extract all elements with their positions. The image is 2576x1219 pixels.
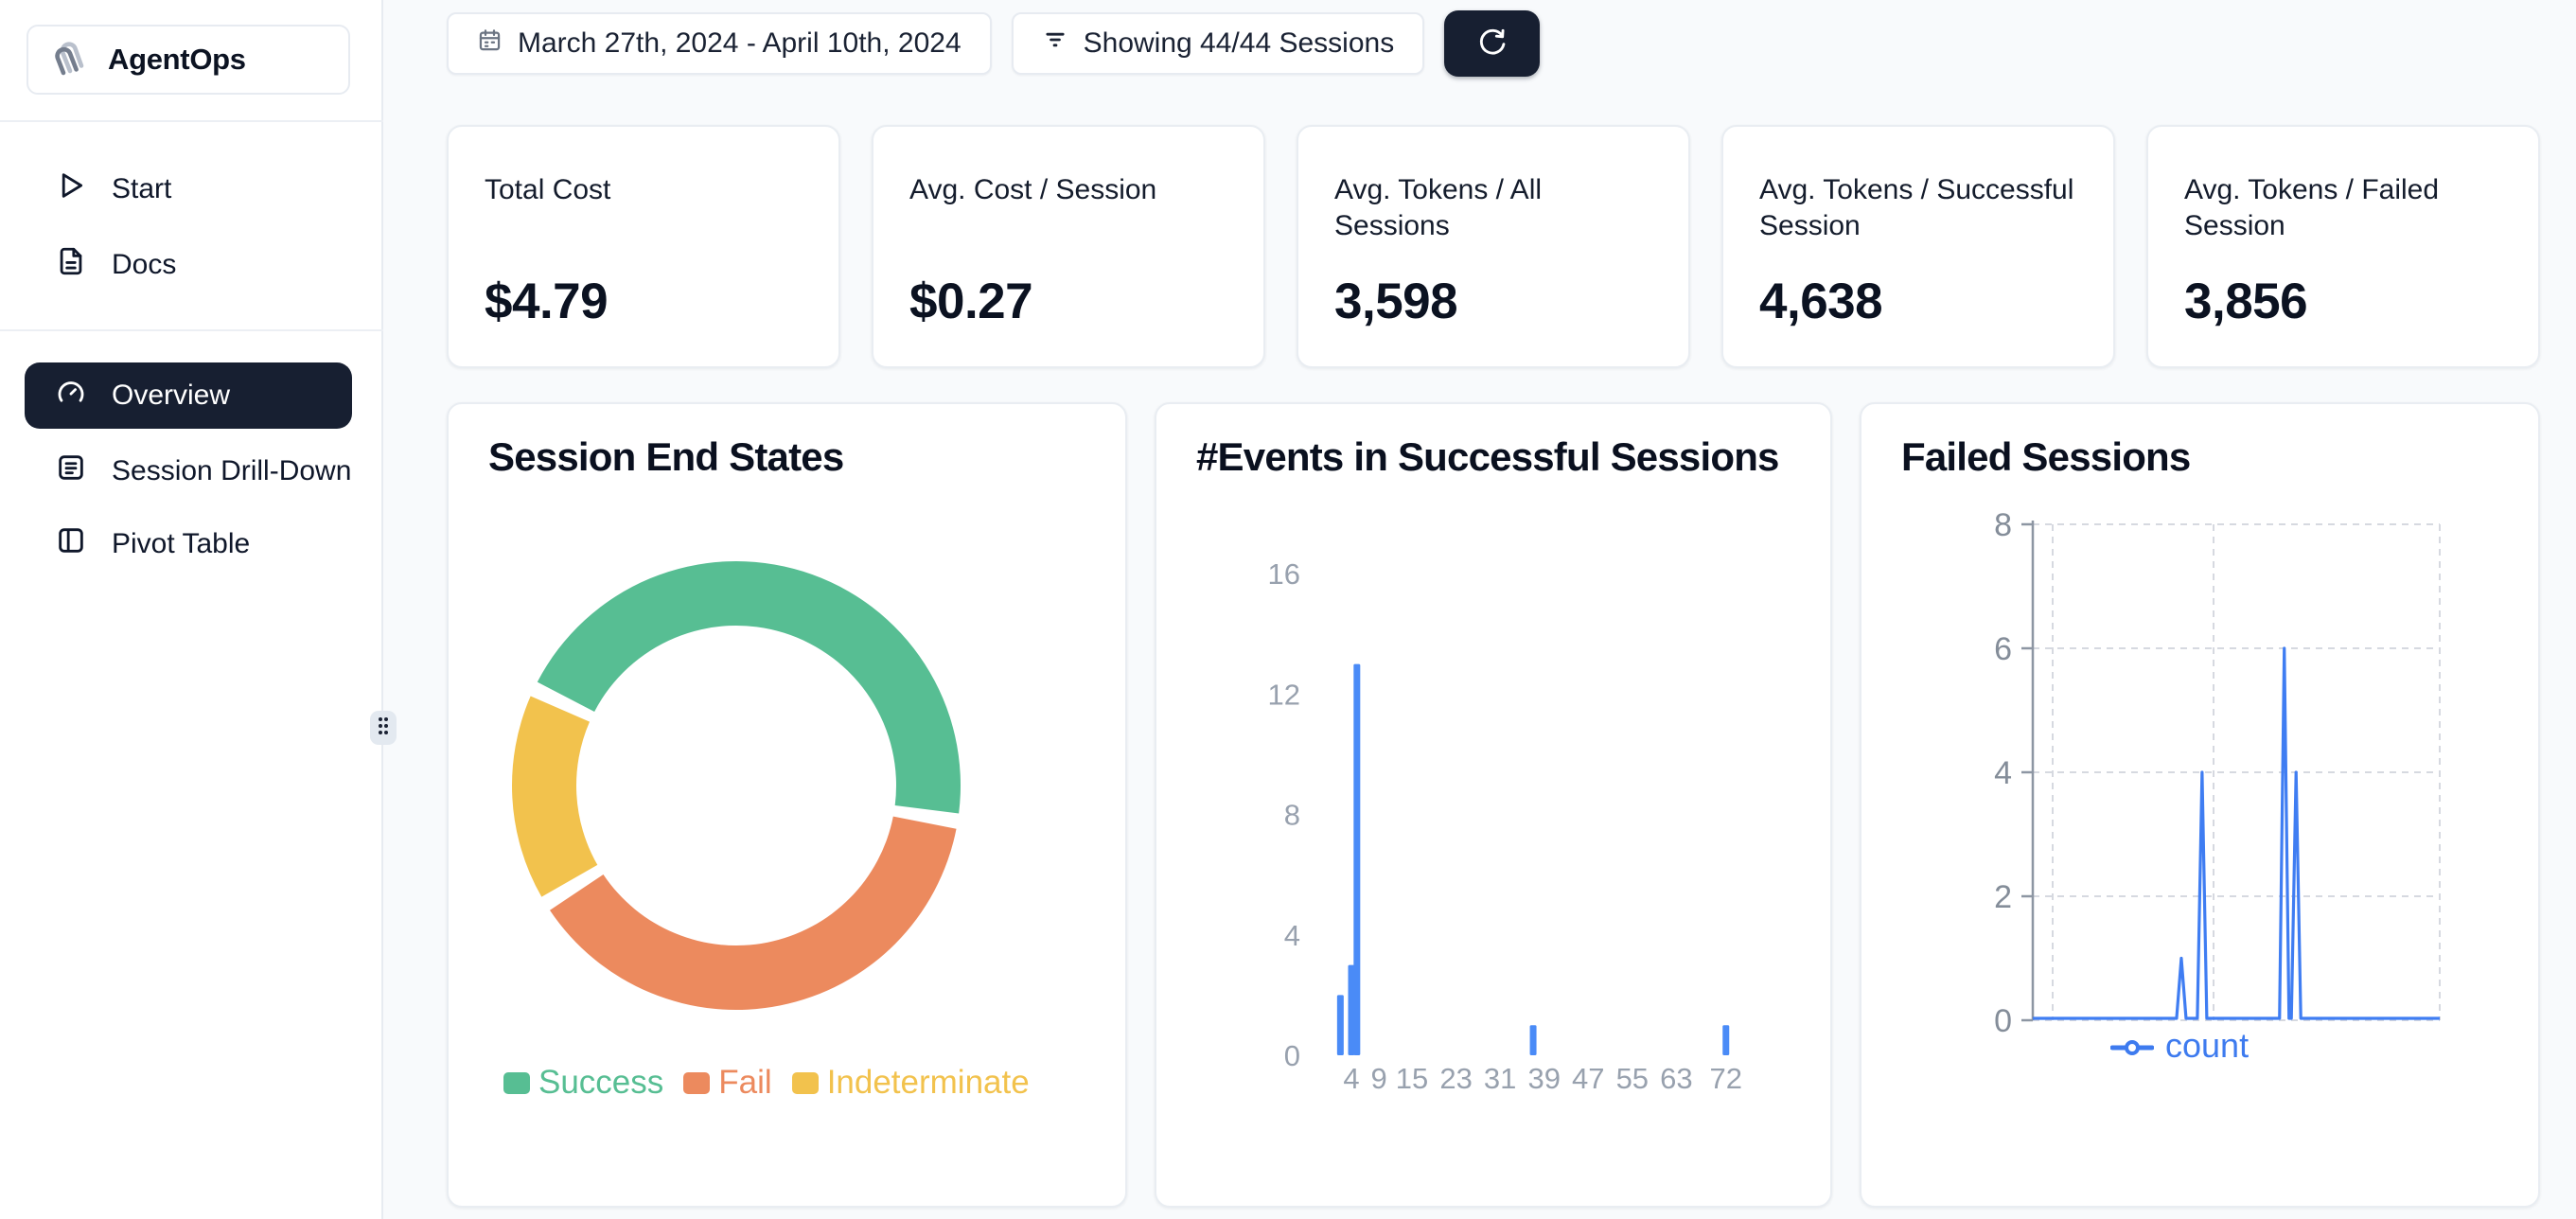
events-histogram-card: #Events in Successful Sessions 048121649…	[1155, 402, 1832, 1208]
legend-swatch	[792, 1072, 819, 1094]
sidebar-item-start[interactable]: Start	[25, 156, 352, 222]
refresh-button[interactable]	[1444, 10, 1540, 77]
x-tick-label: 23	[1439, 1062, 1472, 1095]
x-tick-label: 55	[1616, 1062, 1649, 1095]
donut-slice-indeterminate	[512, 696, 597, 896]
stat-label: Avg. Tokens / Failed Session	[2184, 172, 2502, 273]
paperclip-logo-icon	[49, 36, 93, 84]
donut-slice-success	[538, 561, 961, 813]
x-tick-label: 47	[1572, 1062, 1604, 1095]
legend-item-success[interactable]: Success	[503, 1064, 663, 1102]
stat-value: $0.27	[909, 273, 1227, 330]
y-tick-label: 0	[1994, 1003, 2012, 1039]
legend-item-indeterminate[interactable]: Indeterminate	[792, 1064, 1030, 1102]
stat-value: 4,638	[1759, 273, 2077, 330]
stat-value: 3,598	[1334, 273, 1652, 330]
histogram-bar	[1722, 1025, 1729, 1055]
failed-sessions-card: Failed Sessions 02468 count	[1860, 402, 2540, 1208]
legend-label: Success	[538, 1064, 663, 1102]
doc-lines-icon	[55, 451, 87, 491]
count-line-series	[2033, 648, 2440, 1018]
y-tick-label: 4	[1284, 919, 1300, 952]
legend-label: Fail	[718, 1064, 771, 1102]
brand-name: AgentOps	[108, 43, 246, 77]
session-filter-button[interactable]: Showing 44/44 Sessions	[1012, 12, 1425, 75]
stat-label: Avg. Tokens / All Sessions	[1334, 172, 1652, 273]
y-tick-label: 6	[1994, 631, 2012, 667]
x-tick-label: 4	[1343, 1062, 1359, 1095]
y-tick-label: 2	[1994, 879, 2012, 915]
x-tick-label: 9	[1370, 1062, 1386, 1095]
calendar-icon	[477, 27, 503, 61]
stat-value: 3,856	[2184, 273, 2502, 330]
sidebar-item-label: Session Drill-Down	[112, 455, 351, 487]
x-tick-label: 63	[1660, 1062, 1692, 1095]
x-tick-label: 15	[1396, 1062, 1428, 1095]
sidebar-item-label: Pivot Table	[112, 528, 250, 560]
sidebar-item-pivot-table[interactable]: Pivot Table	[25, 511, 352, 577]
charts-row: Session End States SuccessFailIndetermin…	[447, 402, 2540, 1208]
histogram-bar	[1353, 664, 1360, 1055]
count-legend-label: count	[2165, 1026, 2249, 1066]
x-tick-label: 31	[1484, 1062, 1516, 1095]
grip-dots-icon	[376, 715, 391, 742]
stat-label: Avg. Cost / Session	[909, 172, 1227, 273]
sidebar-item-docs[interactable]: Docs	[25, 232, 352, 298]
sidebar-item-session-drill-down[interactable]: Session Drill-Down	[25, 438, 352, 504]
stat-card-avg-tokens-failed: Avg. Tokens / Failed Session 3,856	[2146, 125, 2540, 368]
date-range-button[interactable]: March 27th, 2024 - April 10th, 2024	[447, 12, 992, 75]
brand-logo[interactable]: AgentOps	[26, 25, 350, 95]
x-tick-label: 72	[1710, 1062, 1742, 1095]
legend-swatch	[503, 1072, 530, 1094]
document-icon	[55, 245, 87, 285]
y-tick-label: 16	[1268, 557, 1300, 591]
events-histogram-chart[interactable]: 0481216491523313947556372	[1156, 404, 1830, 1206]
stat-label: Avg. Tokens / Successful Session	[1759, 172, 2077, 273]
date-range-label: March 27th, 2024 - April 10th, 2024	[518, 27, 962, 60]
x-tick-label: 39	[1527, 1062, 1560, 1095]
panel-left-icon	[55, 524, 87, 564]
y-tick-label: 4	[1994, 755, 2012, 791]
sidebar: AgentOps Start Docs Overview	[0, 0, 383, 1219]
sidebar-divider	[0, 329, 383, 331]
session-end-states-card: Session End States SuccessFailIndetermin…	[447, 402, 1127, 1208]
legend-label: Indeterminate	[827, 1064, 1030, 1102]
stat-card-total-cost: Total Cost $4.79	[447, 125, 840, 368]
stat-cards-row: Total Cost $4.79 Avg. Cost / Session $0.…	[447, 125, 2540, 368]
toolbar: March 27th, 2024 - April 10th, 2024 Show…	[447, 10, 1540, 77]
y-tick-label: 8	[1284, 799, 1300, 832]
count-legend[interactable]: count	[2110, 1026, 2249, 1066]
stat-card-avg-cost-session: Avg. Cost / Session $0.27	[872, 125, 1265, 368]
stat-value: $4.79	[485, 273, 803, 330]
legend-item-fail[interactable]: Fail	[683, 1064, 771, 1102]
donut-slice-fail	[550, 817, 957, 1010]
donut-legend[interactable]: Success Fail Indeterminate	[503, 1064, 1030, 1102]
histogram-bar	[1337, 995, 1344, 1055]
gauge-icon	[55, 376, 87, 415]
sidebar-item-label: Docs	[112, 249, 176, 281]
sidebar-item-label: Overview	[112, 380, 230, 412]
session-filter-label: Showing 44/44 Sessions	[1084, 27, 1395, 60]
filter-icon	[1042, 26, 1068, 61]
sidebar-item-overview[interactable]: Overview	[25, 362, 352, 429]
sidebar-item-label: Start	[112, 173, 171, 205]
refresh-icon	[1473, 22, 1512, 66]
y-tick-label: 12	[1268, 678, 1300, 711]
sidebar-resize-handle[interactable]	[370, 711, 397, 745]
line-series-marker-icon	[2110, 1026, 2154, 1066]
stat-card-avg-tokens-successful: Avg. Tokens / Successful Session 4,638	[1721, 125, 2115, 368]
legend-swatch	[683, 1072, 710, 1094]
y-tick-label: 8	[1994, 507, 2012, 543]
failed-sessions-line-chart[interactable]: 0 2 4 6 8	[1861, 404, 2538, 1206]
histogram-bar	[1530, 1025, 1537, 1055]
y-tick-label: 0	[1284, 1039, 1300, 1072]
stat-label: Total Cost	[485, 172, 803, 273]
sidebar-divider	[0, 120, 383, 122]
play-icon	[55, 169, 87, 209]
stat-card-avg-tokens-all: Avg. Tokens / All Sessions 3,598	[1297, 125, 1690, 368]
agentops-dashboard: AgentOps Start Docs Overview	[0, 0, 2576, 1219]
